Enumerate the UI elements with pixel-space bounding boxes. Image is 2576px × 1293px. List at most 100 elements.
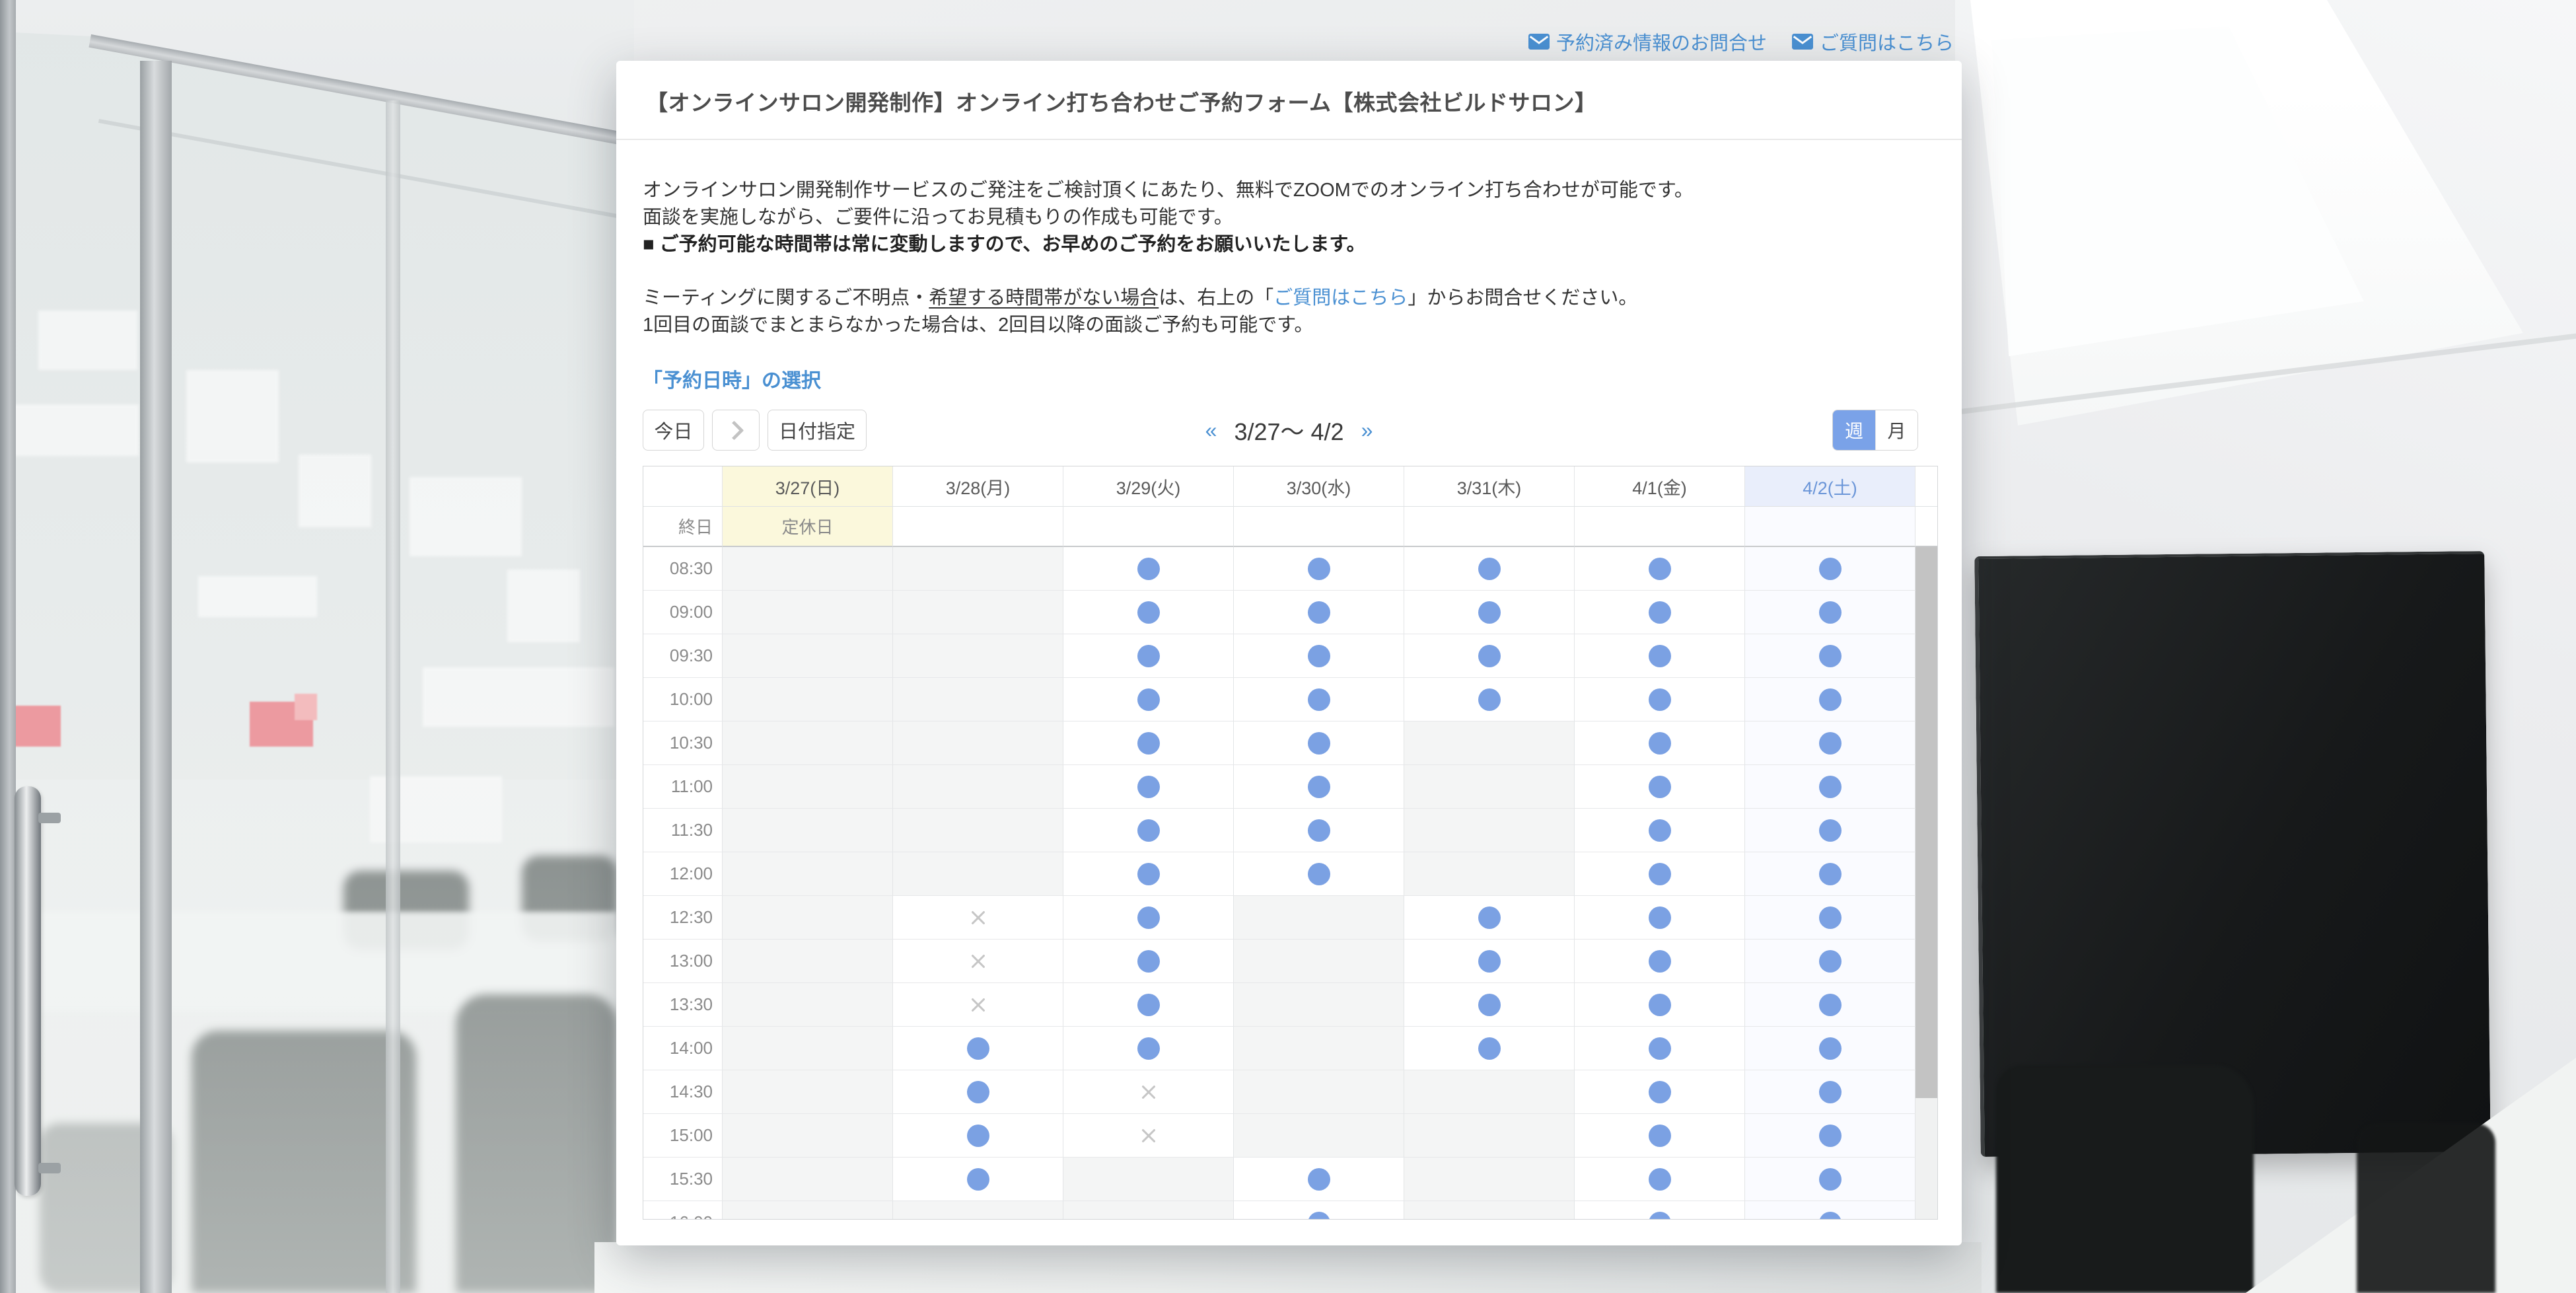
- available-slot[interactable]: [1234, 591, 1404, 634]
- question-link[interactable]: ご質問はこちら: [1792, 28, 1954, 55]
- month-view-toggle[interactable]: 月: [1875, 410, 1917, 450]
- available-slot[interactable]: [1404, 634, 1575, 678]
- available-slot[interactable]: [1404, 547, 1575, 591]
- calendar-allday-row: 終日定休日: [643, 507, 1937, 547]
- available-slot[interactable]: [1234, 634, 1404, 678]
- allday-cell: [893, 507, 1063, 547]
- available-slot[interactable]: [1404, 896, 1575, 940]
- available-slot[interactable]: [1063, 721, 1234, 765]
- available-dot-icon: [1478, 994, 1501, 1016]
- available-slot[interactable]: [1745, 634, 1915, 678]
- inline-question-link[interactable]: ご質問はこちら: [1273, 287, 1408, 309]
- available-slot[interactable]: [1575, 1158, 1745, 1201]
- available-slot[interactable]: [1575, 1027, 1745, 1070]
- available-slot[interactable]: [1063, 1027, 1234, 1070]
- available-slot[interactable]: [1745, 983, 1915, 1027]
- available-slot[interactable]: [1745, 1114, 1915, 1158]
- available-slot[interactable]: [1404, 591, 1575, 634]
- available-slot[interactable]: [893, 1114, 1063, 1158]
- available-dot-icon: [1649, 819, 1671, 842]
- next-week-button[interactable]: [712, 410, 760, 451]
- available-slot[interactable]: [1745, 591, 1915, 634]
- available-slot[interactable]: [1234, 678, 1404, 721]
- available-slot[interactable]: [1234, 1158, 1404, 1201]
- available-slot[interactable]: [1745, 678, 1915, 721]
- available-slot[interactable]: [1575, 634, 1745, 678]
- available-slot[interactable]: [1234, 765, 1404, 809]
- time-row-14:30: 14:30: [643, 1070, 1937, 1114]
- date-picker-button[interactable]: 日付指定: [768, 410, 867, 451]
- red-accent-tab: [295, 694, 317, 720]
- available-slot[interactable]: [1575, 547, 1745, 591]
- available-slot[interactable]: [1234, 852, 1404, 896]
- available-dot-icon: [1819, 1125, 1842, 1147]
- available-slot[interactable]: [1745, 1158, 1915, 1201]
- available-slot[interactable]: [893, 1027, 1063, 1070]
- time-row-16:00: 16:00: [643, 1201, 1937, 1219]
- reserved-info-label: 予約済み情報のお問合せ: [1556, 28, 1767, 55]
- available-slot[interactable]: [1575, 721, 1745, 765]
- available-slot[interactable]: [1404, 1027, 1575, 1070]
- unavailable-x-icon: [968, 995, 988, 1015]
- available-slot[interactable]: [1745, 1201, 1915, 1219]
- available-slot[interactable]: [1234, 809, 1404, 852]
- available-slot[interactable]: [1063, 896, 1234, 940]
- prev-range-arrow[interactable]: «: [1205, 420, 1217, 441]
- intro-line-1: オンラインサロン開発制作サービスのご発注をご検討頂くにあたり、無料でZOOMでの…: [643, 177, 1935, 204]
- available-dot-icon: [1478, 906, 1501, 929]
- available-dot-icon: [967, 1081, 989, 1103]
- available-slot[interactable]: [1745, 1027, 1915, 1070]
- available-slot[interactable]: [1063, 852, 1234, 896]
- available-slot[interactable]: [1745, 809, 1915, 852]
- available-slot[interactable]: [1063, 634, 1234, 678]
- available-slot[interactable]: [1404, 983, 1575, 1027]
- day-header-3/28(月): 3/28(月): [893, 466, 1063, 507]
- available-slot[interactable]: [1063, 940, 1234, 983]
- available-slot[interactable]: [1575, 765, 1745, 809]
- available-slot[interactable]: [1575, 1201, 1745, 1219]
- available-slot[interactable]: [1063, 591, 1234, 634]
- available-slot[interactable]: [1575, 591, 1745, 634]
- available-slot[interactable]: [1063, 809, 1234, 852]
- available-slot[interactable]: [893, 1070, 1063, 1114]
- available-slot[interactable]: [1575, 940, 1745, 983]
- available-slot[interactable]: [1575, 1114, 1745, 1158]
- available-slot[interactable]: [1745, 721, 1915, 765]
- available-dot-icon: [967, 1125, 989, 1147]
- available-slot[interactable]: [1575, 1070, 1745, 1114]
- next-range-arrow[interactable]: »: [1361, 420, 1373, 441]
- week-view-toggle[interactable]: 週: [1833, 410, 1875, 450]
- available-slot[interactable]: [1063, 678, 1234, 721]
- available-slot[interactable]: [1575, 678, 1745, 721]
- available-slot[interactable]: [1745, 940, 1915, 983]
- available-slot[interactable]: [1234, 547, 1404, 591]
- time-label: 15:30: [643, 1158, 723, 1201]
- available-slot[interactable]: [1745, 1070, 1915, 1114]
- available-slot[interactable]: [893, 1158, 1063, 1201]
- available-slot[interactable]: [1575, 809, 1745, 852]
- available-slot[interactable]: [1404, 678, 1575, 721]
- today-button[interactable]: 今日: [643, 410, 704, 451]
- available-slot[interactable]: [1063, 765, 1234, 809]
- available-slot[interactable]: [1234, 721, 1404, 765]
- available-slot[interactable]: [1404, 940, 1575, 983]
- not-offered-slot: [1404, 721, 1575, 765]
- available-slot[interactable]: [1063, 547, 1234, 591]
- available-slot[interactable]: [1234, 1201, 1404, 1219]
- available-slot[interactable]: [1063, 983, 1234, 1027]
- available-dot-icon: [1308, 863, 1330, 885]
- handle-bracket: [38, 813, 61, 823]
- allday-cell: 定休日: [723, 507, 893, 547]
- available-slot[interactable]: [1745, 896, 1915, 940]
- available-slot[interactable]: [1575, 852, 1745, 896]
- page-title: 【オンラインサロン開発制作】オンライン打ち合わせご予約フォーム【株式会社ビルドサ…: [646, 85, 1932, 117]
- available-slot[interactable]: [1575, 983, 1745, 1027]
- time-label: 11:30: [643, 809, 723, 852]
- available-slot[interactable]: [1575, 896, 1745, 940]
- reserved-info-link[interactable]: 予約済み情報のお問合せ: [1528, 28, 1767, 55]
- time-row-11:00: 11:00: [643, 765, 1937, 809]
- available-slot[interactable]: [1745, 852, 1915, 896]
- calendar-scrollbar-thumb[interactable]: [1915, 547, 1937, 1098]
- available-slot[interactable]: [1745, 547, 1915, 591]
- available-slot[interactable]: [1745, 765, 1915, 809]
